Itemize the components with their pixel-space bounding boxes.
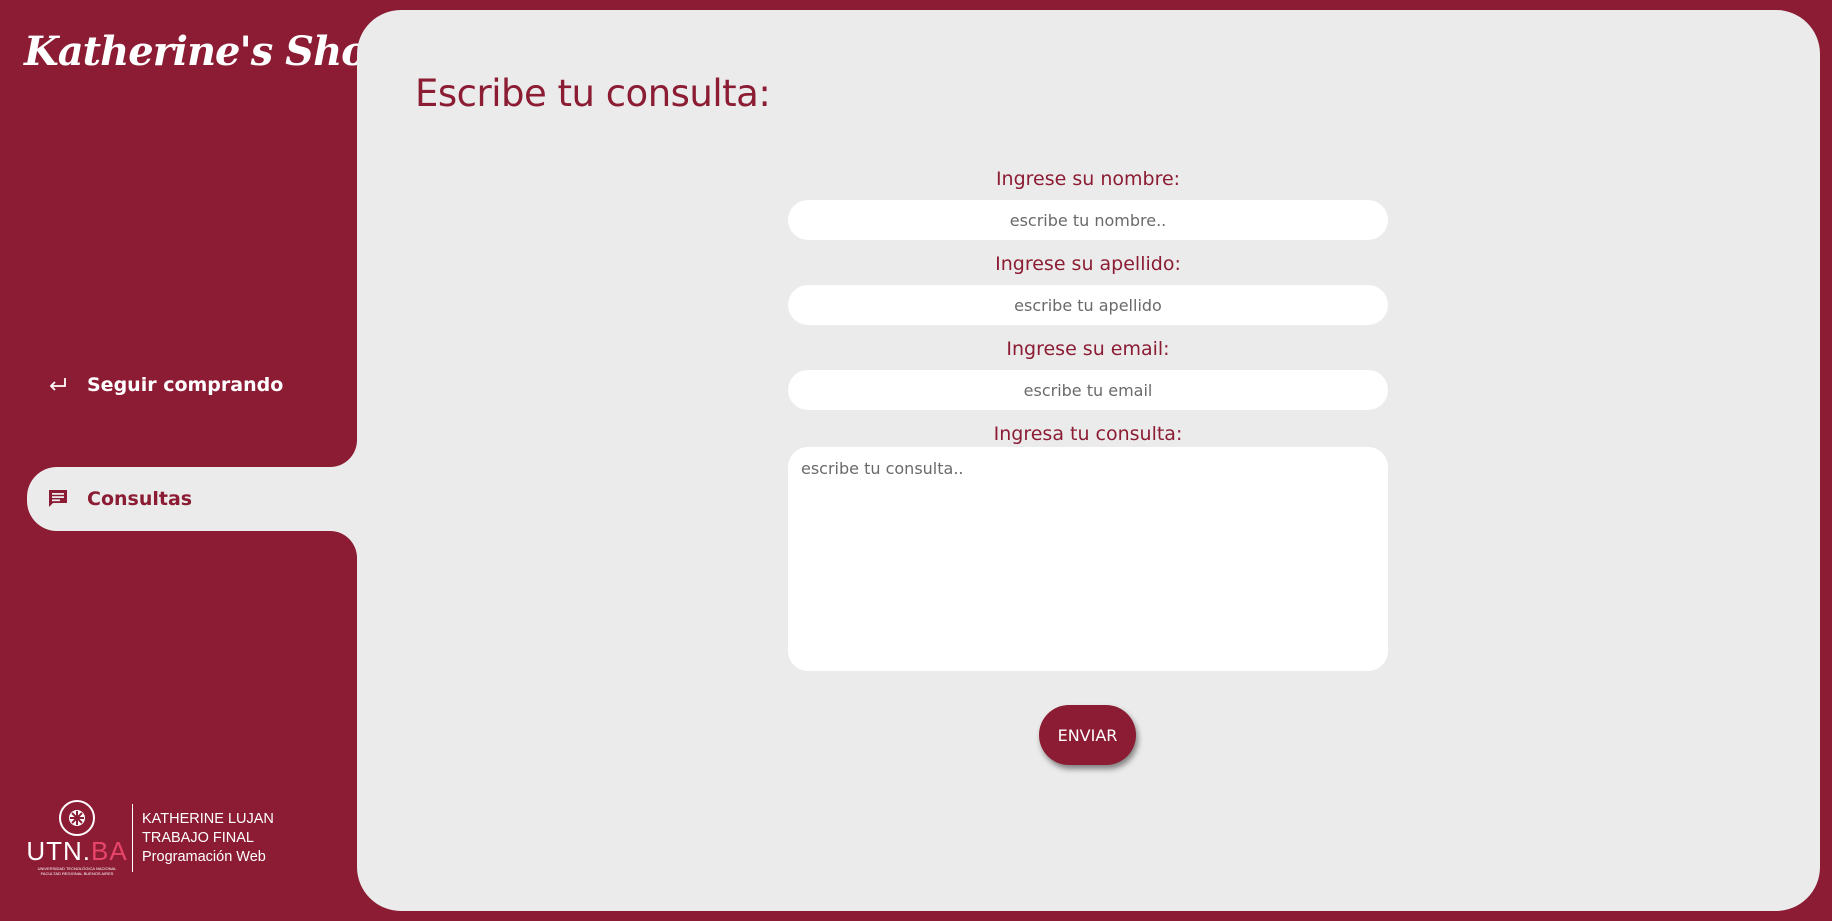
active-tab-curve-top [330,440,357,467]
sidebar: Katherine's Shop Seguir comprando Consul… [0,0,395,921]
main-panel: Escribe tu consulta: Ingrese su nombre: … [357,10,1820,911]
chat-message-icon [45,486,71,512]
footer-author: KATHERINE LUJAN [142,810,274,827]
sidebar-item-label: Consultas [87,488,193,510]
footer-course: Programación Web [142,848,266,865]
contact-form: Ingrese su nombre: Ingrese su apellido: … [788,166,1388,671]
app-root: Katherine's Shop Seguir comprando Consul… [0,0,1832,921]
return-arrow-icon [45,372,71,398]
utn-logo: UTN.BA UNIVERSIDAD TECNOLÓGICA NACIONAL … [26,800,128,876]
utn-wordmark-ba: BA [91,836,128,866]
nombre-input[interactable] [788,200,1388,240]
consulta-label: Ingresa tu consulta: [993,423,1183,445]
shop-logo[interactable]: Katherine's Shop [24,28,395,75]
footer-project: TRABAJO FINAL [142,829,254,846]
utn-wordmark: UTN. [26,836,91,866]
active-tab-curve-bottom [330,531,357,558]
enviar-button[interactable]: ENVIAR [1039,705,1136,765]
utn-small-line2: FACULTAD REGIONAL BUENOS AIRES [40,871,114,876]
consulta-textarea[interactable] [788,447,1388,671]
nombre-label: Ingrese su nombre: [995,168,1181,190]
footer-credits: KATHERINE LUJAN TRABAJO FINAL Programaci… [142,810,274,867]
page-title: Escribe tu consulta: [415,72,771,115]
apellido-input[interactable] [788,285,1388,325]
sidebar-item-label: Seguir comprando [87,374,284,396]
email-input[interactable] [788,370,1388,410]
footer-brand: UTN.BA UNIVERSIDAD TECNOLÓGICA NACIONAL … [26,800,274,876]
sidebar-item-consultas[interactable]: Consultas [27,467,357,531]
utn-emblem-icon [59,800,95,836]
apellido-label: Ingrese su apellido: [995,253,1181,275]
sidebar-item-seguir-comprando[interactable]: Seguir comprando [27,353,357,417]
email-label: Ingrese su email: [1006,338,1170,360]
footer-divider [132,804,133,872]
